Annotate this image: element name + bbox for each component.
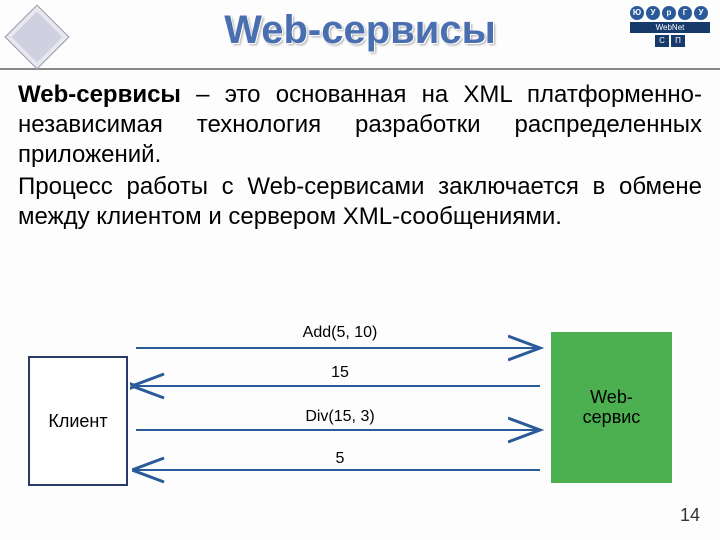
arrows-area: Add(5, 10) 15 Div(15, 3) 5 bbox=[130, 330, 548, 490]
msg-5: 5 bbox=[290, 450, 390, 468]
slide-body: Web-сервисы – это основанная на XML плат… bbox=[0, 70, 720, 232]
logo-letter: У bbox=[694, 6, 708, 20]
paragraph-2: Процесс работы с Web-сервисами заключает… bbox=[18, 172, 702, 232]
logo-sq: С bbox=[655, 35, 669, 47]
logo-letter: р bbox=[662, 6, 676, 20]
logo-letter: Ю bbox=[630, 6, 644, 20]
msg-add: Add(5, 10) bbox=[290, 324, 390, 342]
msg-15: 15 bbox=[290, 364, 390, 382]
server-label: Web- сервис bbox=[583, 388, 641, 428]
client-box: Клиент bbox=[28, 356, 128, 486]
logo-letter: У bbox=[646, 6, 660, 20]
logo-sq: П bbox=[671, 35, 685, 47]
term: Web-сервисы bbox=[18, 81, 181, 108]
logo-bar: WebNet bbox=[630, 22, 710, 33]
slide-header: Web-сервисы Ю У р Г У WebNet С П bbox=[0, 0, 720, 70]
slide-title: Web-сервисы bbox=[0, 8, 720, 53]
msg-div: Div(15, 3) bbox=[290, 408, 390, 426]
client-server-diagram: Клиент Add(5, 10) 15 Div(15, 3) bbox=[0, 320, 720, 520]
client-label: Клиент bbox=[48, 411, 107, 432]
webnet-logo: Ю У р Г У WebNet С П bbox=[630, 6, 710, 56]
server-box: Web- сервис bbox=[549, 330, 674, 485]
logo-letter: Г bbox=[678, 6, 692, 20]
paragraph-1: Web-сервисы – это основанная на XML плат… bbox=[18, 80, 702, 170]
page-number: 14 bbox=[680, 505, 700, 526]
